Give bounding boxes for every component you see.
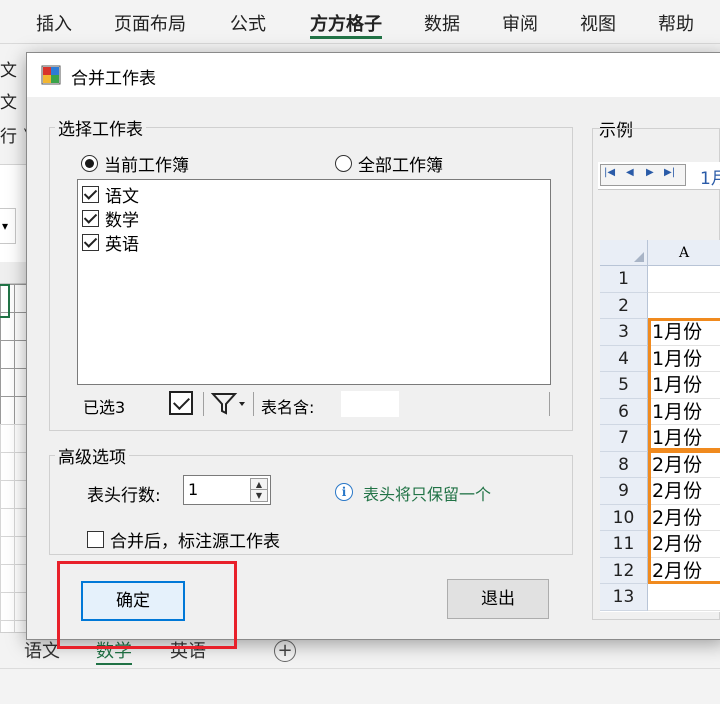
select-all-corner <box>600 240 648 266</box>
nav-next-icon: ▶ <box>646 167 654 178</box>
tab-review[interactable]: 审阅 <box>502 10 538 36</box>
row-header: 7 <box>600 425 648 452</box>
tab-data[interactable]: 数据 <box>424 10 460 36</box>
highlight-annotation <box>57 561 237 649</box>
toolbar-divider <box>203 392 204 416</box>
list-item-english[interactable]: 英语 <box>82 230 139 255</box>
active-tab-indicator <box>310 36 382 39</box>
sheet-nav-buttons: |◀ ◀ ▶ ▶| <box>600 164 686 186</box>
info-text: 表头将只保留一个 <box>363 485 492 504</box>
list-item-chinese[interactable]: 语文 <box>82 182 139 207</box>
nav-last-icon: ▶| <box>664 167 676 178</box>
list-item-math[interactable]: 数学 <box>82 206 139 231</box>
checkbox-checked-icon[interactable] <box>82 234 99 251</box>
app-icon <box>41 65 61 85</box>
ribbon-fragment: 文 <box>0 61 17 81</box>
advanced-options-legend: 高级选项 <box>55 443 129 468</box>
dialog-title: 合并工作表 <box>71 69 156 89</box>
exit-button[interactable]: 退出 <box>447 579 549 619</box>
select-all-check-icon[interactable] <box>169 391 193 415</box>
caret-up-icon[interactable]: ▲ <box>251 479 267 490</box>
example-cell <box>648 266 720 293</box>
header-rows-stepper[interactable]: 1 ▲ ▼ <box>183 475 271 505</box>
tab-page-layout[interactable]: 页面布局 <box>114 10 186 36</box>
list-item-label: 英语 <box>105 235 139 255</box>
list-item-label: 数学 <box>105 211 139 231</box>
example-cell <box>648 293 720 319</box>
tab-help[interactable]: 帮助 <box>658 10 694 36</box>
filter-icon[interactable] <box>209 391 249 417</box>
name-contains-label: 表名含: <box>261 398 315 417</box>
row-header: 4 <box>600 345 648 372</box>
mark-source-label: 合并后，标注源工作表 <box>110 532 280 552</box>
example-sheet: A 1 2 3 4 5 6 7 8 9 10 11 12 13 1月份 1月份 … <box>600 240 720 612</box>
selected-count: 已选3 <box>83 398 126 417</box>
row-header: 10 <box>600 504 648 531</box>
row-header: 2 <box>600 292 648 319</box>
list-item-label: 语文 <box>105 187 139 207</box>
row-header: 3 <box>600 319 648 346</box>
radio-current-label: 当前工作簿 <box>104 156 189 176</box>
header-rows-value[interactable]: 1 <box>188 480 198 499</box>
checkbox-checked-icon[interactable] <box>82 210 99 227</box>
name-contains-input[interactable] <box>341 391 399 417</box>
example-cell <box>648 584 720 611</box>
tab-fangfang-gezi[interactable]: 方方格子 <box>310 10 382 36</box>
example-sheet-tab: 1月 <box>700 169 720 189</box>
stepper-buttons[interactable]: ▲ ▼ <box>250 478 268 502</box>
radio-unselected-icon[interactable] <box>335 155 352 172</box>
row-header: 13 <box>600 584 648 611</box>
month1-block-outline <box>648 318 720 451</box>
checkbox-checked-icon[interactable] <box>82 186 99 203</box>
tab-formulas[interactable]: 公式 <box>230 10 266 36</box>
tab-insert[interactable]: 插入 <box>36 10 72 36</box>
status-bar <box>0 668 720 704</box>
toolbar-divider <box>253 392 254 416</box>
dialog-titlebar[interactable]: 合并工作表 <box>27 53 720 97</box>
sheet-tab-chinese[interactable]: 语文 <box>24 637 60 663</box>
row-header: 6 <box>600 398 648 425</box>
sheet-list[interactable]: 语文 数学 英语 <box>77 179 551 385</box>
ribbon-tab-bar: 插入 页面布局 公式 方方格子 数据 审阅 视图 帮助 <box>0 0 720 44</box>
column-header-a: A <box>648 240 720 266</box>
list-toolbar: 已选3 表名含: <box>77 389 551 419</box>
active-cell <box>0 284 10 318</box>
row-header: 5 <box>600 372 648 399</box>
radio-current-workbook[interactable]: 当前工作簿 <box>81 151 189 176</box>
radio-all-workbooks[interactable]: 全部工作簿 <box>335 151 443 176</box>
row-header: 8 <box>600 451 648 478</box>
month2-block-outline <box>648 450 720 584</box>
radio-selected-icon[interactable] <box>81 155 98 172</box>
checkbox-unchecked-icon[interactable] <box>87 531 104 548</box>
mark-source-option[interactable]: 合并后，标注源工作表 <box>87 527 280 552</box>
caret-down-icon[interactable]: ▼ <box>251 490 267 501</box>
radio-all-label: 全部工作簿 <box>358 156 443 176</box>
nav-first-icon: |◀ <box>604 167 616 178</box>
header-rows-label: 表头行数: <box>87 486 161 506</box>
row-header: 9 <box>600 478 648 505</box>
add-sheet-button[interactable]: + <box>274 640 296 662</box>
tab-view[interactable]: 视图 <box>580 10 616 36</box>
select-sheets-legend: 选择工作表 <box>55 115 146 140</box>
row-header: 11 <box>600 531 648 558</box>
toolbar-divider <box>549 392 550 416</box>
nav-prev-icon: ◀ <box>626 167 634 178</box>
row-header: 1 <box>600 266 648 293</box>
row-header: 12 <box>600 557 648 584</box>
chevron-down-icon[interactable]: ▾ <box>0 208 16 244</box>
ribbon-fragment: 文 <box>0 93 17 113</box>
info-icon: i <box>335 483 353 501</box>
